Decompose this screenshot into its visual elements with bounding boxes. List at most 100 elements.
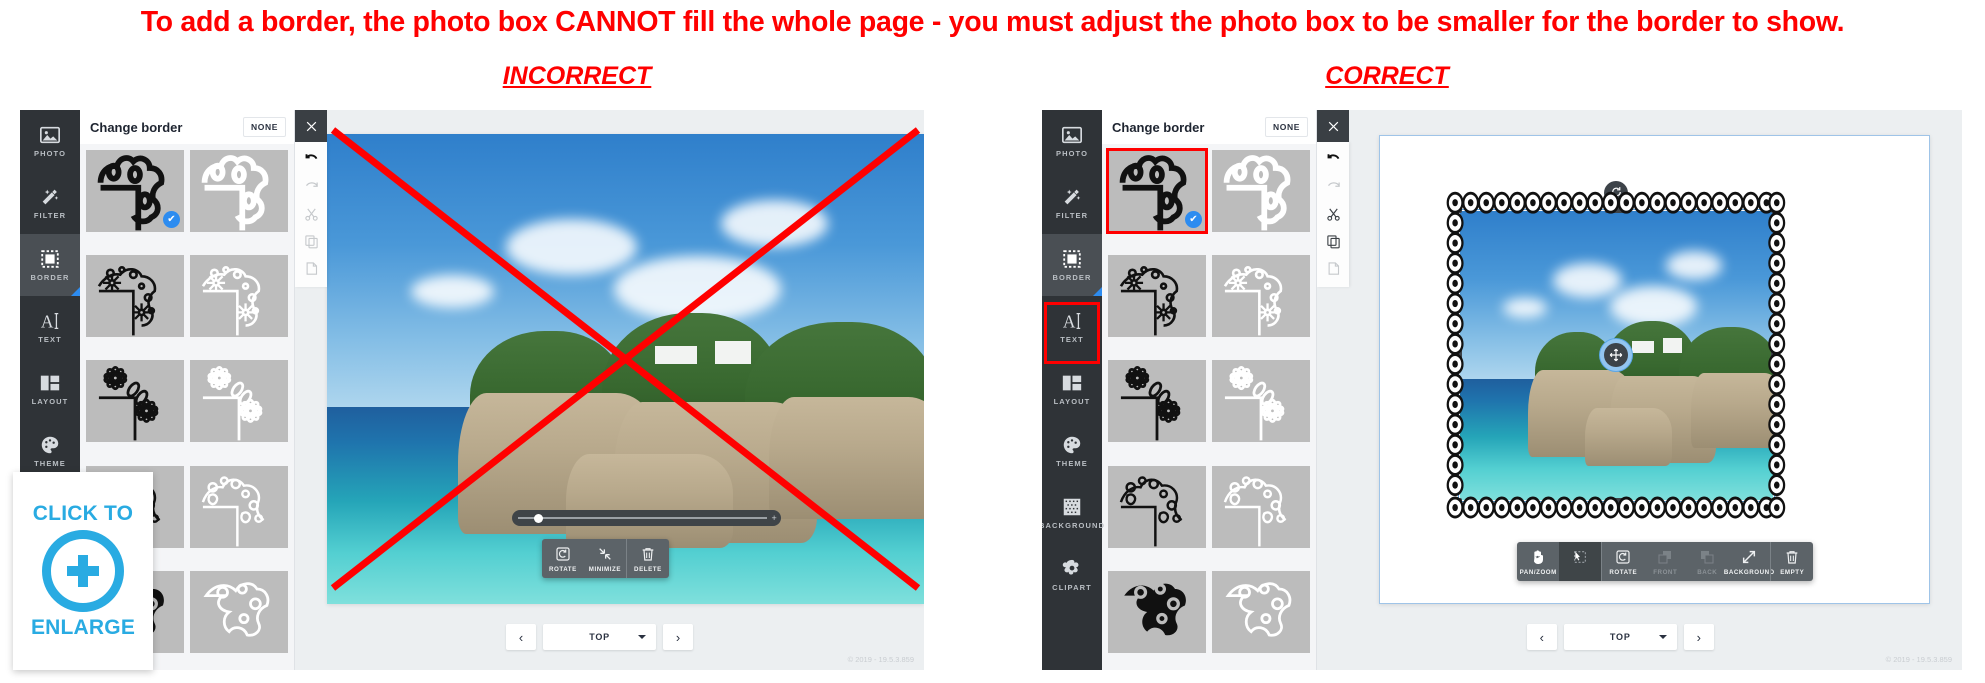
button-label: FRONT	[1653, 569, 1678, 576]
empty-button[interactable]: EMPTY	[1771, 542, 1813, 581]
resize-handle-bl[interactable]	[1454, 498, 1462, 506]
resize-handle-br[interactable]	[1770, 498, 1778, 506]
button-label: PAN/ZOOM	[1519, 569, 1557, 576]
resize-handle-bottom[interactable]	[1605, 498, 1628, 505]
zoom-slider-handle[interactable]	[533, 513, 543, 523]
close-panel-button[interactable]	[1317, 110, 1349, 142]
cut-button[interactable]	[295, 201, 327, 228]
border-thumbnail[interactable]	[86, 360, 184, 443]
annotation-title: To add a border, the photo box CANNOT fi…	[140, 6, 1845, 38]
page-select[interactable]: TOP	[1563, 624, 1677, 650]
sidebar-item-photo[interactable]: PHOTO	[20, 110, 80, 172]
photo-box[interactable]	[1454, 180, 1778, 506]
page-navigation: ‹ TOP ›	[506, 624, 694, 650]
border-icon	[1063, 250, 1081, 268]
redo-button[interactable]	[295, 174, 327, 201]
border-none-button[interactable]: NONE	[243, 117, 286, 137]
paste-button[interactable]	[295, 255, 327, 282]
sidebar-item-theme[interactable]: THEME	[1042, 420, 1102, 482]
page-canvas[interactable]: PAN/ZOOM ROTATE FRONT BACK BACKGROUND EM…	[1379, 135, 1930, 604]
close-panel-button[interactable]	[295, 110, 327, 142]
copy-button[interactable]	[295, 228, 327, 255]
canvas-workspace[interactable]: PAN/ZOOM ROTATE FRONT BACK BACKGROUND EM…	[1349, 110, 1962, 670]
border-thumbnail[interactable]	[190, 255, 288, 338]
undo-button[interactable]	[1317, 147, 1349, 174]
sidebar-item-layout[interactable]: LAYOUT	[1042, 358, 1102, 420]
prev-page-button[interactable]: ‹	[1526, 624, 1557, 650]
redo-button[interactable]	[1317, 174, 1349, 201]
daisy-dark-pattern-icon	[97, 266, 157, 336]
border-thumbnail[interactable]	[1108, 465, 1206, 548]
border-thumbnail-selected[interactable]: ✔	[1106, 148, 1208, 234]
border-thumbnail[interactable]	[1212, 150, 1310, 232]
sidebar-item-filter[interactable]: FILTER	[1042, 172, 1102, 234]
sidebar-item-border[interactable]: BORDER	[20, 234, 80, 296]
photo-box[interactable]	[327, 134, 924, 604]
border-none-button[interactable]: NONE	[1265, 117, 1308, 137]
page-select[interactable]: TOP	[543, 624, 657, 650]
sidebar-item-layout[interactable]: LAYOUT	[20, 358, 80, 420]
next-page-button[interactable]: ›	[663, 624, 694, 650]
pan-zoom-button[interactable]: PAN/ZOOM	[1517, 542, 1559, 581]
sidebar-item-text[interactable]: A TEXT	[1042, 296, 1102, 358]
border-thumbnail[interactable]	[1212, 360, 1310, 443]
rotate-button[interactable]: ROTATE	[542, 539, 584, 578]
copy-button[interactable]	[1317, 228, 1349, 255]
button-label: MINIMIZE	[588, 566, 622, 573]
prev-page-button[interactable]: ‹	[506, 624, 537, 650]
paste-button[interactable]	[1317, 255, 1349, 282]
border-thumbnail[interactable]	[190, 570, 288, 653]
sidebar-item-border[interactable]: BORDER	[1042, 234, 1102, 296]
border-thumbnail[interactable]	[190, 465, 288, 548]
annotation-correct-label: CORRECT	[1325, 62, 1449, 90]
sidebar-item-label: BORDER	[30, 273, 70, 282]
rotate-button[interactable]: ROTATE	[1602, 542, 1644, 581]
back-button[interactable]: BACK	[1686, 542, 1728, 581]
minimize-button[interactable]: MINIMIZE	[584, 539, 626, 578]
page-select-value: TOP	[589, 632, 610, 642]
cut-button[interactable]	[1317, 201, 1349, 228]
border-thumbnail[interactable]	[1212, 255, 1310, 338]
next-page-button[interactable]: ›	[1683, 624, 1714, 650]
border-thumbnail[interactable]: ✔	[86, 150, 184, 232]
sidebar-item-label: FILTER	[33, 211, 67, 220]
resize-handle-top[interactable]	[1605, 206, 1628, 213]
sidebar-item-background[interactable]: BACKGROUND	[1042, 482, 1104, 544]
vine-light-pattern-icon	[203, 582, 270, 637]
background-button[interactable]: BACKGROUND	[1724, 542, 1774, 581]
sidebar-item-filter[interactable]: FILTER	[20, 172, 80, 234]
border-thumbnail[interactable]	[1212, 570, 1310, 653]
sidebar-item-clipart[interactable]: CLIPART	[1042, 544, 1102, 606]
border-thumbnail[interactable]	[1108, 570, 1206, 653]
undo-button[interactable]	[295, 147, 327, 174]
trash-icon	[1786, 551, 1798, 564]
page-canvas[interactable]: + ROTATE MINIMIZE DELETE	[327, 134, 924, 604]
sidebar-item-photo[interactable]: PHOTO	[1042, 110, 1102, 172]
zoom-slider[interactable]: +	[512, 510, 781, 526]
border-thumbnail[interactable]	[1108, 255, 1206, 338]
front-button[interactable]: FRONT	[1644, 542, 1686, 581]
border-thumbnail[interactable]	[190, 150, 288, 232]
resize-handle-right[interactable]	[1770, 344, 1777, 367]
expand-icon	[1743, 550, 1756, 564]
canvas-workspace[interactable]: + ROTATE MINIMIZE DELETE ‹ TOP › © 2019 …	[327, 110, 924, 670]
move-handle-icon	[1609, 349, 1623, 362]
select-tool-button[interactable]	[1559, 542, 1602, 581]
click-to-enlarge-badge[interactable]: CLICK TO ENLARGE	[13, 472, 153, 670]
panel-title: Change border	[1112, 119, 1205, 135]
border-thumbnail[interactable]	[1212, 465, 1310, 548]
border-thumbnail[interactable]	[1108, 360, 1206, 443]
border-thumbnail[interactable]	[190, 360, 288, 443]
border-thumbnail[interactable]	[86, 255, 184, 338]
panel-header: Change border NONE	[1102, 110, 1316, 144]
resize-handle-left[interactable]	[1455, 344, 1462, 367]
sidebar-item-label: TEXT	[1060, 335, 1084, 344]
sidebar-item-label: BORDER	[1052, 273, 1092, 282]
border-icon	[41, 250, 59, 268]
sidebar-item-text[interactable]: A TEXT	[20, 296, 80, 358]
undo-icon	[305, 154, 317, 160]
resize-handle-tl[interactable]	[1454, 205, 1462, 213]
rotate-handle[interactable]	[1604, 180, 1629, 205]
resize-handle-tr[interactable]	[1770, 205, 1778, 213]
delete-button[interactable]: DELETE	[627, 539, 669, 578]
